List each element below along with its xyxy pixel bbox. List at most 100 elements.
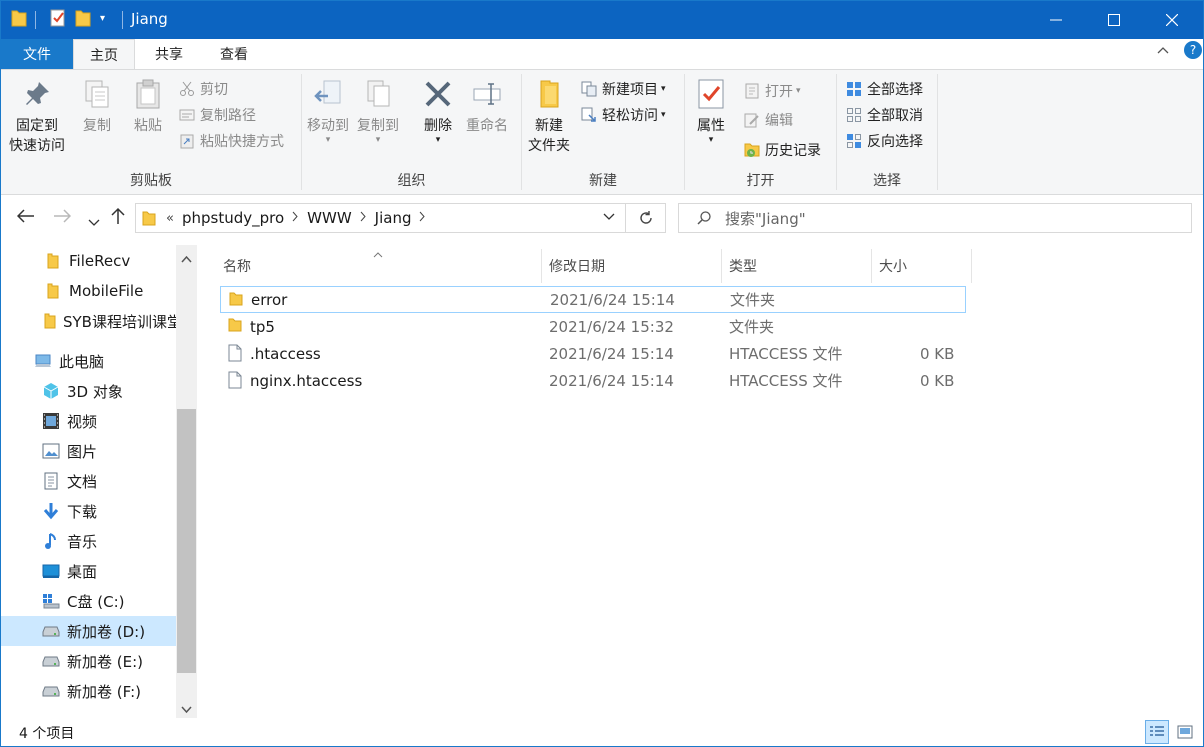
- easy-access-icon: [580, 106, 598, 124]
- navigation-pane: FileRecv MobileFile SYB课程培训课堂 此电脑 3D 对象 …: [1, 245, 197, 718]
- easy-access-button[interactable]: 轻松访问 ▾: [580, 103, 666, 127]
- table-row[interactable]: nginx.htaccess 2021/6/24 15:14 HTACCESS …: [220, 367, 966, 394]
- history-button[interactable]: 历史记录: [743, 138, 821, 162]
- pin-quick-access-button[interactable]: 固定到 快速访问: [9, 78, 65, 156]
- select-all-button[interactable]: 全部选择: [845, 77, 923, 101]
- breadcrumb-phpstudy-pro[interactable]: phpstudy_pro: [182, 209, 284, 227]
- paste-button[interactable]: 粘贴: [132, 78, 164, 136]
- nav-item-documents[interactable]: 文档: [1, 466, 176, 496]
- breadcrumb-separator-icon[interactable]: [360, 211, 367, 226]
- drive-icon: [41, 622, 61, 640]
- nav-item-this-pc[interactable]: 此电脑: [1, 346, 176, 376]
- up-arrow-icon[interactable]: [111, 207, 125, 230]
- drive-icon: [41, 652, 61, 670]
- breadcrumb-separator-icon[interactable]: [292, 211, 299, 226]
- select-group: 全部选择 全部取消 反向选择 选择: [837, 70, 937, 194]
- ribbon-tabs: 文件 主页 共享 查看 ?: [1, 39, 1203, 70]
- search-placeholder[interactable]: 搜索"Jiang": [725, 208, 806, 229]
- paste-icon: [132, 78, 164, 116]
- copy-to-icon: [362, 78, 394, 116]
- tab-home[interactable]: 主页: [73, 39, 135, 70]
- nav-item-drive-e[interactable]: 新加卷 (E:): [1, 646, 176, 676]
- refresh-button[interactable]: [626, 203, 666, 233]
- back-arrow-icon[interactable]: [16, 207, 35, 228]
- column-header-size[interactable]: 大小: [871, 249, 971, 283]
- move-to-button[interactable]: 移动到 ▾: [307, 78, 349, 145]
- details-view-icon[interactable]: [1145, 720, 1169, 744]
- desktop-icon: [41, 562, 61, 580]
- scroll-up-icon[interactable]: [181, 251, 192, 267]
- computer-icon: [33, 352, 53, 370]
- address-folder-icon: [142, 210, 156, 226]
- delete-button[interactable]: 删除 ▾: [422, 78, 454, 145]
- forward-arrow-icon[interactable]: [53, 207, 72, 228]
- nav-item-filerecv[interactable]: FileRecv: [1, 246, 176, 276]
- nav-item-mobilefile[interactable]: MobileFile: [1, 276, 176, 306]
- nav-item-drive-f[interactable]: 新加卷 (F:): [1, 676, 176, 706]
- column-header-modified[interactable]: 修改日期: [541, 249, 721, 283]
- large-icons-view-icon[interactable]: [1173, 720, 1197, 744]
- rename-button[interactable]: 重命名: [466, 78, 508, 136]
- new-folder-button[interactable]: 新建 文件夹: [528, 78, 570, 156]
- open-button[interactable]: 打开 ▾: [743, 79, 801, 103]
- maximize-button[interactable]: [1091, 1, 1137, 39]
- nav-item-drive-c[interactable]: C盘 (C:): [1, 586, 176, 616]
- edit-button[interactable]: 编辑: [743, 108, 793, 132]
- file-icon: [228, 344, 242, 366]
- scroll-down-icon[interactable]: [181, 702, 192, 718]
- nav-item-drive-d[interactable]: 新加卷 (D:): [1, 616, 176, 646]
- address-bar[interactable]: « phpstudy_pro WWW Jiang: [135, 203, 626, 233]
- nav-item-pictures[interactable]: 图片: [1, 436, 176, 466]
- copy-to-button[interactable]: 复制到 ▾: [357, 78, 399, 145]
- paste-shortcut-button[interactable]: 粘贴快捷方式: [178, 129, 284, 153]
- table-row[interactable]: tp5 2021/6/24 15:32 文件夹: [220, 313, 966, 340]
- column-header-name[interactable]: 名称: [215, 249, 541, 283]
- copy-button[interactable]: 复制: [81, 78, 113, 136]
- breadcrumb-www[interactable]: WWW: [307, 209, 352, 227]
- tab-share[interactable]: 共享: [141, 39, 197, 69]
- column-header-type[interactable]: 类型: [721, 249, 871, 283]
- new-folder-quick-icon[interactable]: [75, 9, 91, 27]
- minimize-button[interactable]: [1033, 1, 1079, 39]
- close-button[interactable]: [1149, 1, 1195, 39]
- cut-button[interactable]: 剪切: [178, 77, 228, 101]
- select-group-label: 选择: [873, 173, 901, 189]
- copy-icon: [81, 78, 113, 116]
- open-group: 属性 ▾ 打开 ▾ 编辑 历史记录 打开: [685, 70, 836, 194]
- nav-item-syb[interactable]: SYB课程培训课堂: [1, 306, 176, 336]
- select-none-button[interactable]: 全部取消: [845, 103, 923, 127]
- drive-icon: [41, 682, 61, 700]
- nav-item-videos[interactable]: 视频: [1, 406, 176, 436]
- new-item-button[interactable]: 新建项目 ▾: [580, 77, 666, 101]
- nav-pane-scrollbar-thumb[interactable]: [177, 409, 196, 673]
- breadcrumb-jiang[interactable]: Jiang: [375, 209, 412, 227]
- address-dropdown-icon[interactable]: [603, 213, 615, 221]
- download-icon: [41, 502, 61, 520]
- navigation-bar: « phpstudy_pro WWW Jiang 搜索"Jiang": [1, 195, 1203, 245]
- collapse-ribbon-icon[interactable]: [1157, 45, 1169, 61]
- music-icon: [41, 532, 61, 550]
- help-icon[interactable]: ?: [1184, 41, 1202, 59]
- breadcrumb-separator-icon[interactable]: [419, 211, 426, 226]
- nav-item-3d-objects[interactable]: 3D 对象: [1, 376, 176, 406]
- address-overflow[interactable]: «: [166, 211, 174, 226]
- rename-icon: [471, 78, 503, 116]
- tab-file[interactable]: 文件: [1, 39, 73, 69]
- search-box[interactable]: 搜索"Jiang": [678, 203, 1192, 233]
- tab-view[interactable]: 查看: [206, 39, 262, 69]
- nav-item-downloads[interactable]: 下载: [1, 496, 176, 526]
- file-list: 名称 修改日期 类型 大小 error 2021/6/24 15:14 文件夹 …: [197, 245, 1203, 718]
- refresh-icon: [638, 210, 654, 226]
- table-row[interactable]: .htaccess 2021/6/24 15:14 HTACCESS 文件 0 …: [220, 340, 966, 367]
- table-row[interactable]: error 2021/6/24 15:14 文件夹: [220, 286, 966, 313]
- nav-item-desktop[interactable]: 桌面: [1, 556, 176, 586]
- copy-path-button[interactable]: 复制路径: [178, 103, 256, 127]
- recent-locations-icon[interactable]: [88, 211, 100, 232]
- pin-icon: [21, 78, 53, 116]
- properties-quick-icon[interactable]: [49, 9, 67, 27]
- properties-button[interactable]: 属性 ▾: [695, 78, 727, 145]
- nav-item-music[interactable]: 音乐: [1, 526, 176, 556]
- invert-selection-button[interactable]: 反向选择: [845, 129, 923, 153]
- delete-x-icon: [422, 78, 454, 116]
- customize-quick-access-icon[interactable]: ▾: [100, 13, 105, 24]
